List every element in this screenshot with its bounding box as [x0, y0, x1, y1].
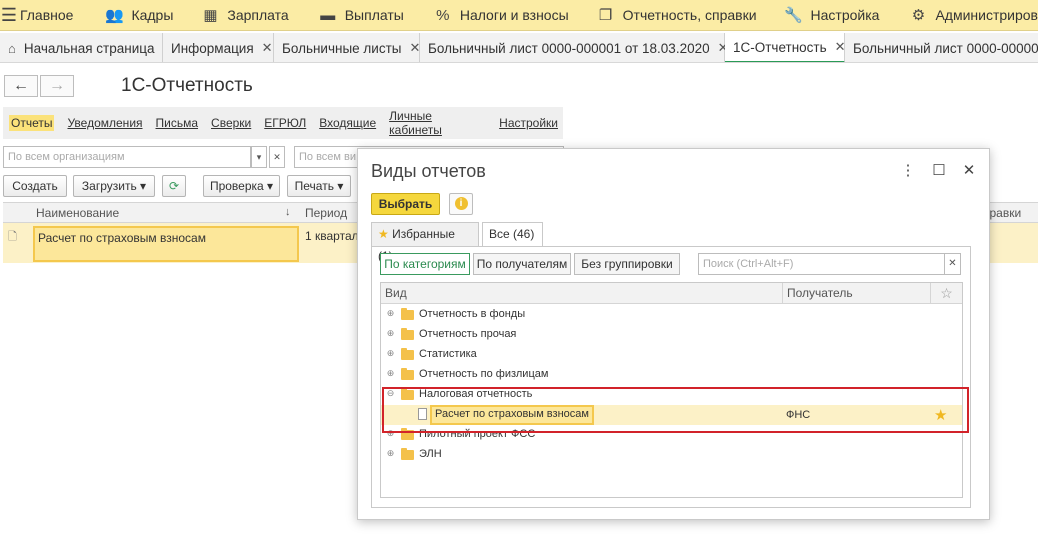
tree-row-other[interactable]: ⊕ Отчетность прочая — [381, 325, 962, 345]
tab-info[interactable]: Информация ✕ — [163, 33, 274, 62]
tab-favorites[interactable]: ★ Избранные (1) — [371, 222, 479, 263]
tree-row-funds[interactable]: ⊕ Отчетность в фонды — [381, 305, 962, 325]
folder-icon — [401, 448, 414, 460]
tab-1c-reporting[interactable]: 1С-Отчетность ✕ — [725, 33, 846, 62]
link-reconciliation[interactable]: Сверки — [211, 116, 251, 130]
menu-item-taxes[interactable]: % Налоги и взносы — [432, 7, 569, 24]
refresh-icon[interactable]: ⟳ — [162, 175, 186, 197]
burger-icon[interactable]: ☰ — [0, 5, 18, 26]
column-kind[interactable]: Вид — [381, 283, 783, 304]
tree-row-individuals[interactable]: ⊕ Отчетность по физлицам — [381, 365, 962, 385]
expand-icon[interactable]: ⊕ — [386, 449, 395, 458]
tab-sick-list-1[interactable]: Больничный лист 0000-000001 от 18.03.202… — [420, 33, 729, 62]
tree-row-eln[interactable]: ⊕ ЭЛН — [381, 445, 962, 465]
people-icon: 👥 — [105, 7, 124, 24]
close-icon[interactable]: ✕ — [409, 40, 420, 56]
column-period[interactable]: Период — [305, 206, 347, 220]
info-button[interactable]: i — [449, 193, 473, 215]
percent-icon: % — [436, 6, 450, 24]
dropdown-arrow-icon: ▾ — [337, 179, 344, 193]
search-input[interactable]: Поиск (Ctrl+Alt+F) — [698, 253, 945, 275]
dropdown-arrow-icon: ▾ — [267, 179, 274, 193]
open-tabs-bar: ⌂ Начальная страница Информация ✕ Больничн… — [0, 33, 1038, 63]
print-button[interactable]: Печать ▾ — [287, 175, 351, 197]
star-icon: ★ — [378, 227, 389, 241]
link-notifications[interactable]: Уведомления — [67, 116, 142, 130]
main-menu: ☰ Главное 👥 Кадры ▦ Зарплата ▬ Выплаты % Нал… — [0, 0, 1038, 31]
dropdown-arrow-icon[interactable]: ▾ — [251, 146, 267, 168]
dropdown-arrow-icon: ▾ — [140, 179, 147, 193]
page-title: 1С-Отчетность — [121, 75, 253, 96]
link-egrul[interactable]: ЕГРЮЛ — [264, 116, 306, 130]
document-icon: 🗋 — [8, 231, 17, 243]
load-button[interactable]: Загрузить ▾ — [73, 175, 155, 197]
wallet-icon: ▬ — [320, 6, 336, 24]
tab-home[interactable]: ⌂ Начальная страница — [0, 33, 163, 62]
maximize-icon[interactable]: ☐ — [930, 161, 948, 179]
group-by-recipient-button[interactable]: По получателям — [473, 253, 571, 275]
section-links: Отчеты Уведомления Письма Сверки ЕГРЮЛ В… — [3, 107, 563, 139]
clear-icon[interactable]: ✕ — [269, 146, 285, 168]
column-recipient[interactable]: Получатель — [783, 283, 931, 304]
more-icon[interactable]: ⋮ — [899, 161, 917, 179]
link-incoming[interactable]: Входящие — [319, 116, 376, 130]
menu-item-admin[interactable]: ⚙ Администриров — [907, 6, 1038, 24]
menu-item-reports[interactable]: ❐ Отчетность, справки — [595, 6, 757, 24]
menu-item-payments[interactable]: ▬ Выплаты — [317, 7, 404, 24]
report-icon: ❐ — [598, 7, 613, 24]
column-name[interactable]: Наименование — [36, 206, 119, 220]
gear-icon: ⚙ — [911, 7, 926, 24]
menu-item-salary[interactable]: ▦ Зарплата — [199, 6, 288, 24]
folder-icon — [401, 348, 414, 360]
link-reports[interactable]: Отчеты — [9, 115, 55, 131]
close-icon[interactable]: ✕ — [835, 39, 846, 55]
tab-sick-list-2[interactable]: Больничный лист 0000-000002 — [845, 33, 1038, 62]
home-icon: ⌂ — [8, 40, 16, 56]
forward-button[interactable]: → — [40, 75, 74, 97]
link-settings[interactable]: Настройки — [499, 116, 558, 130]
organization-filter[interactable]: По всем организациям — [3, 146, 251, 168]
close-icon[interactable]: ✕ — [960, 161, 978, 179]
highlight-frame — [382, 387, 969, 433]
expand-icon[interactable]: ⊕ — [386, 349, 395, 358]
report-name-cell[interactable]: Расчет по страховым взносам — [33, 226, 299, 262]
group-by-category-button[interactable]: По категориям — [380, 253, 470, 275]
wrench-icon: 🔧 — [784, 7, 803, 24]
menu-item-main[interactable]: Главное — [20, 7, 74, 23]
tree-header: Вид Получатель ☆ — [381, 283, 962, 304]
tree-row-statistics[interactable]: ⊕ Статистика — [381, 345, 962, 365]
tab-sick-lists[interactable]: Больничные листы ✕ — [274, 33, 420, 62]
report-kinds-dialog: Виды отчетов ⋮ ☐ ✕ Выбрать i ★ Избранные… — [357, 148, 990, 520]
folder-icon — [401, 328, 414, 340]
calculator-icon: ▦ — [203, 7, 218, 24]
sort-arrow-icon[interactable]: ↓ — [285, 206, 291, 218]
choose-button[interactable]: Выбрать — [371, 193, 440, 215]
menu-item-hr[interactable]: 👥 Кадры — [103, 6, 173, 24]
report-period-cell: 1 квартал — [305, 229, 359, 243]
info-icon: i — [454, 197, 468, 211]
check-button[interactable]: Проверка ▾ — [203, 175, 280, 197]
clear-search-icon[interactable]: ✕ — [944, 253, 961, 275]
no-grouping-button[interactable]: Без группировки — [574, 253, 680, 275]
link-personal-accounts[interactable]: Личные кабинеты — [389, 109, 486, 137]
link-letters[interactable]: Письма — [156, 116, 199, 130]
dialog-title: Виды отчетов — [371, 161, 486, 181]
folder-icon — [401, 308, 414, 320]
menu-item-settings[interactable]: 🔧 Настройка — [783, 6, 879, 24]
star-column-icon[interactable]: ☆ — [931, 283, 962, 304]
expand-icon[interactable]: ⊕ — [386, 309, 395, 318]
expand-icon[interactable]: ⊕ — [386, 369, 395, 378]
back-button[interactable]: ← — [4, 75, 38, 97]
tab-all[interactable]: Все (46) — [482, 222, 543, 247]
create-button[interactable]: Создать — [3, 175, 67, 197]
folder-icon — [401, 368, 414, 380]
close-icon[interactable]: ✕ — [262, 40, 273, 56]
expand-icon[interactable]: ⊕ — [386, 329, 395, 338]
